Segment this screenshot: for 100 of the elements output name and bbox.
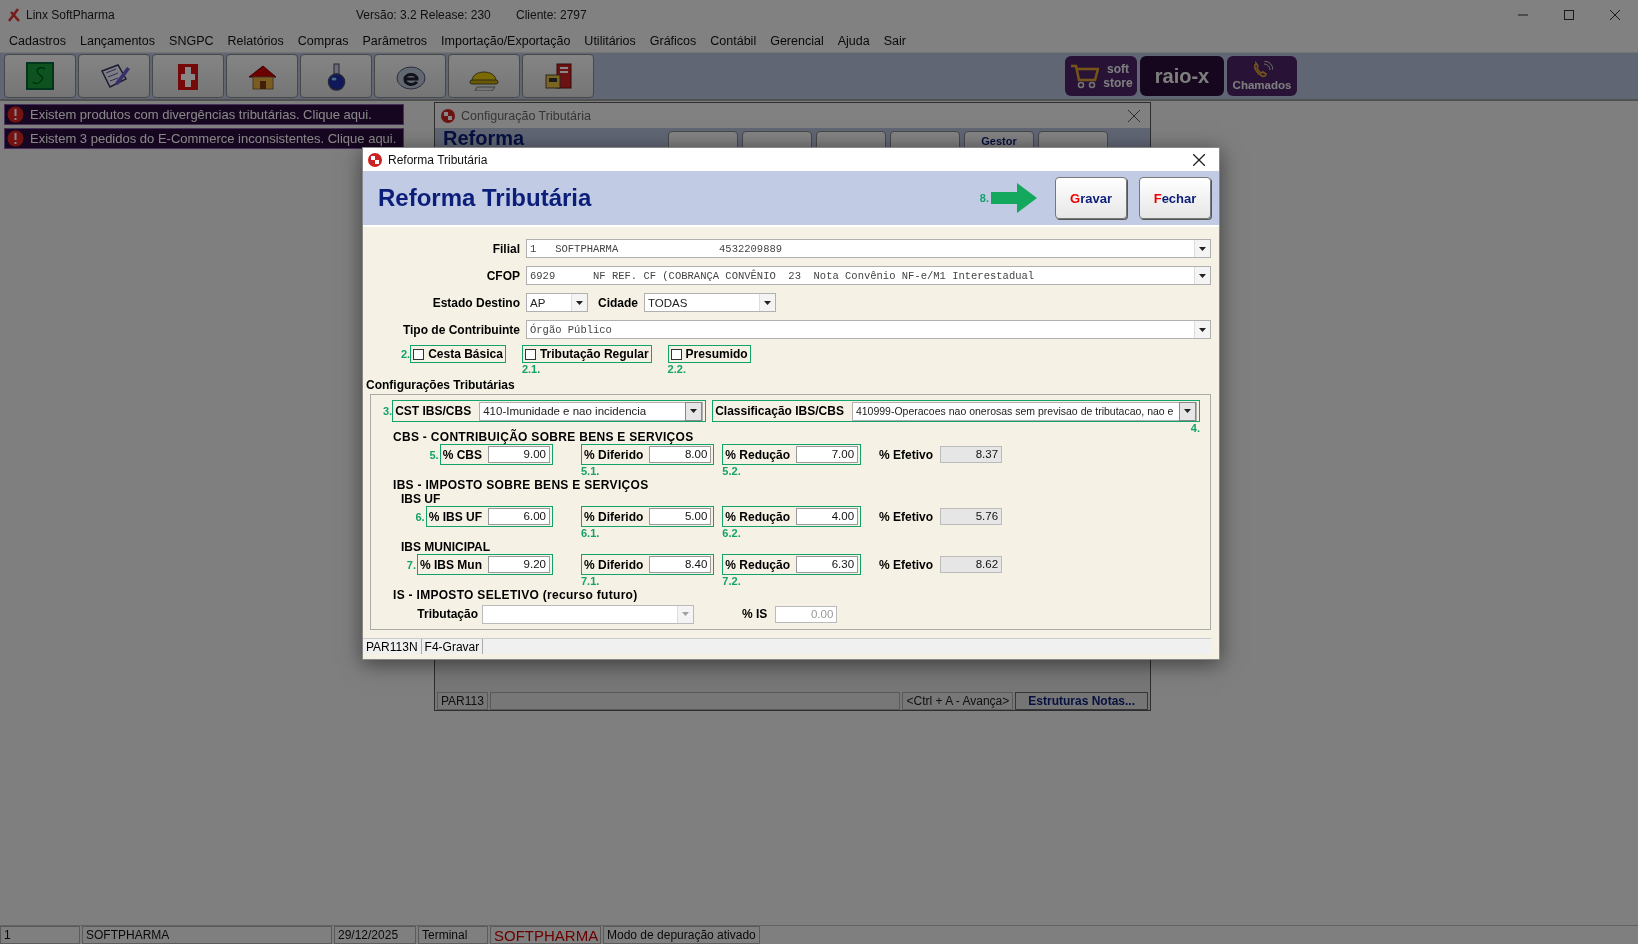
percent-field[interactable]: 6.00 — [488, 508, 550, 525]
window-logo-icon — [441, 108, 455, 123]
field-label: % Efetivo — [879, 447, 934, 462]
checkbox[interactable] — [670, 348, 682, 360]
percent-field[interactable]: 8.00 — [649, 446, 712, 463]
version-label: Versão: 3.2 Release: 230 — [356, 8, 492, 22]
percent-field[interactable]: 4.00 — [796, 508, 859, 525]
menu-item[interactable]: Importação/Exportação — [434, 34, 578, 48]
menu-item[interactable]: Contábil — [703, 34, 764, 48]
subsection-title: IBS UF — [400, 492, 442, 506]
annotation-number: 7. — [406, 558, 416, 571]
alert-text: Existem produtos com divergências tributárias. Clique aqui. — [30, 107, 372, 122]
cst-dropdown[interactable]: 410-Imunidade e nao incidencia — [479, 401, 704, 421]
field-label: % Diferido — [584, 557, 645, 572]
effective-field: 8.62 — [940, 556, 1003, 573]
dialog-title: Reforma Tributária — [388, 152, 488, 167]
dialog-button[interactable]: Gravar — [1055, 177, 1127, 219]
client-label: Cliente: 2797 — [516, 8, 587, 22]
toolbar-button[interactable] — [300, 54, 372, 98]
field-label: % Redução — [725, 509, 792, 524]
chamados-button[interactable]: Chamados — [1227, 56, 1297, 96]
field-label: CST IBS/CBS — [395, 404, 472, 418]
caret-icon — [1199, 246, 1206, 251]
percent-field[interactable]: 9.20 — [488, 556, 550, 573]
field-label: Estado Destino — [431, 295, 521, 310]
toolbar-button[interactable] — [374, 54, 446, 98]
checkbox[interactable] — [413, 348, 425, 360]
alert-banner[interactable]: Existem 3 pedidos do E-Commerce inconsistentes. Clique aqui. — [4, 128, 404, 149]
field-label: CFOP — [485, 268, 521, 283]
filial-dropdown[interactable]: 1 SOFTPHARMA 4532209889 — [526, 239, 1211, 258]
toolbar-button[interactable] — [448, 54, 520, 98]
menu-item[interactable]: Gerencial — [763, 34, 831, 48]
field-label: % Efetivo — [879, 557, 934, 572]
app-logo-icon — [8, 8, 20, 22]
squiggle-icon — [23, 61, 57, 91]
estruturas-notas-button[interactable]: Estruturas Notas... — [1015, 692, 1148, 710]
status-cell: PAR113N — [363, 639, 422, 654]
menu-item[interactable]: Cadastros — [2, 34, 73, 48]
annotation-number: 7.1. — [581, 575, 600, 587]
city-dropdown[interactable]: TODAS — [644, 293, 776, 312]
section-title: IBS - IMPOSTO SOBRE BENS E SERVIÇOS — [392, 478, 650, 492]
menu-item[interactable]: Lançamentos — [73, 34, 163, 48]
annotation-number: 3. — [383, 405, 393, 417]
status-cell: F4-Gravar — [421, 639, 484, 654]
toolbar-button[interactable] — [78, 54, 150, 98]
section-title: CBS - CONTRIBUIÇÃO SOBRE BENS E SERVIÇOS — [392, 430, 695, 444]
field-label: Classificação IBS/CBS — [715, 404, 844, 418]
caret-icon — [764, 300, 771, 305]
status-hint: <Ctrl + A - Avança> — [902, 692, 1014, 710]
field-label: % CBS — [442, 447, 483, 462]
percent-field[interactable]: 9.00 — [488, 446, 550, 463]
menu-item[interactable]: Gráficos — [642, 34, 704, 48]
menu-item[interactable]: Ajuda — [830, 34, 877, 48]
caret-icon — [1184, 409, 1191, 413]
toolbar-button[interactable] — [4, 54, 76, 98]
checkbox-label: Tributação Regular — [539, 347, 649, 361]
dialog-button[interactable]: Fechar — [1139, 177, 1211, 219]
caret-icon — [690, 409, 698, 413]
status-cell: SOFTPHARMA — [490, 926, 601, 944]
alert-banner[interactable]: Existem produtos com divergências tributárias. Clique aqui. — [4, 104, 404, 125]
close-icon[interactable] — [1193, 153, 1205, 166]
field-label: Filial — [491, 241, 521, 256]
raio-x-button[interactable]: raio-x — [1140, 56, 1224, 96]
field-label: % IBS UF — [428, 509, 483, 524]
menu-item[interactable]: Relatórios — [220, 34, 291, 48]
checkbox[interactable] — [524, 348, 536, 360]
status-cell: Terminal — [418, 926, 488, 944]
field-label: % IBS Mun — [420, 557, 483, 572]
field-label: Tributação — [416, 607, 479, 621]
menu-item[interactable]: Utilitários — [577, 34, 643, 48]
percent-field[interactable]: 6.30 — [796, 556, 859, 573]
percent-field[interactable]: 5.00 — [649, 508, 712, 525]
status-cell: 29/12/2025 — [334, 926, 416, 944]
cfop-dropdown[interactable]: 6929 NF REF. CF (COBRANÇA CONVÊNIO 23 Nota Convênio NF-e/M1 Interestadual — [526, 266, 1211, 285]
percent-field[interactable]: 7.00 — [796, 446, 859, 463]
toolbar-button[interactable] — [522, 54, 594, 98]
state-dropdown[interactable]: AP — [526, 293, 588, 312]
annotation-number: 2.2. — [667, 363, 686, 375]
toolbar-button[interactable] — [226, 54, 298, 98]
field-label: % Diferido — [584, 509, 645, 524]
field-label: Cidade — [598, 295, 638, 310]
dialog-heading: Reforma Tributária — [378, 184, 592, 212]
annotation-number: 5.2. — [722, 465, 741, 477]
maximize-icon[interactable] — [1564, 10, 1574, 20]
classification-dropdown[interactable]: 410999-Operacoes nao onerosas sem previsao de tributacao, nao e — [851, 401, 1197, 421]
effective-field: 5.76 — [940, 508, 1003, 525]
menu-item[interactable]: SNGPC — [162, 34, 221, 48]
menu-item[interactable]: Sair — [876, 34, 913, 48]
caret-icon — [1199, 273, 1206, 278]
status-cell: Modo de depuração ativado — [603, 926, 760, 944]
annotation-number: 2. — [401, 348, 411, 360]
menu-item[interactable]: Parâmetros — [355, 34, 435, 48]
menu-item[interactable]: Compras — [290, 34, 356, 48]
section-title: IS - IMPOSTO SELETIVO (recurso futuro) — [392, 588, 639, 602]
toolbar-button[interactable] — [152, 54, 224, 98]
soft-store-button[interactable]: soft store — [1065, 56, 1137, 96]
annotation-number: 6.1. — [581, 527, 600, 539]
percent-field[interactable]: 8.40 — [649, 556, 712, 573]
contributor-type-dropdown[interactable]: Órgão Público — [526, 320, 1211, 339]
annotation-number: 6.2. — [722, 527, 741, 539]
